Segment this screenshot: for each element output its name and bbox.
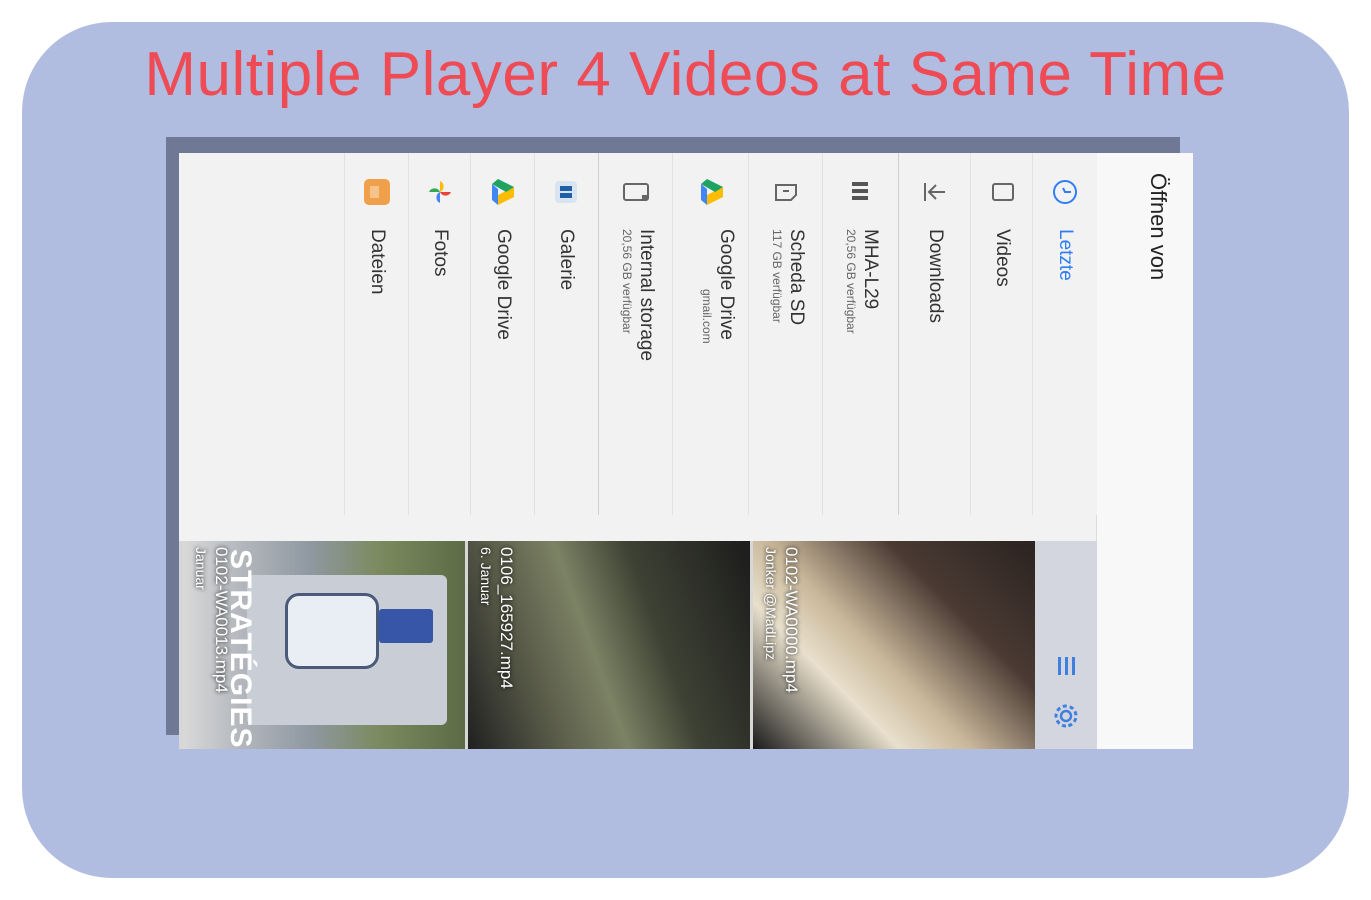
nav-label: Fotos [430, 229, 451, 277]
storage-free: 20,56 GB verfügbar [844, 229, 858, 334]
phone-storage-icon [845, 177, 875, 207]
rotated-file-picker: Öffnen von Letzte Videos Downloads MHA-L… [179, 153, 1193, 749]
video-tile[interactable]: STRATÉGIES 0102-WA0013.mp4 Januar [180, 541, 465, 749]
video-filename: 0102-WA0000.mp4 [782, 547, 801, 693]
download-icon [920, 177, 950, 207]
video-caption: 0102-WA0000.mp4 Jonker @MadLipz [761, 547, 801, 693]
thumbs-up-cuff [379, 609, 433, 643]
nav-item-dateien[interactable]: Dateien [344, 153, 409, 515]
files-icon [362, 177, 392, 207]
clock-icon [1050, 177, 1080, 207]
storage-free: 20,56 GB verfügbar [620, 229, 634, 334]
sd-card-icon [771, 177, 801, 207]
google-drive-icon [488, 177, 518, 207]
nav-item-galerie[interactable]: Galerie [534, 153, 597, 515]
video-filename: 0106_165927.mp4 [497, 547, 516, 689]
nav-item-internal-storage[interactable]: Internal storage 20,56 GB verfügbar [598, 153, 673, 515]
video-date: 6. Januar [478, 547, 494, 606]
device-screen: Öffnen von Letzte Videos Downloads MHA-L… [179, 153, 1193, 749]
google-drive-icon [697, 177, 727, 207]
nav-label: Google Drive [493, 229, 514, 340]
video-date: Januar [193, 547, 209, 590]
nav-label: MHA-L29 [860, 229, 881, 310]
video-caption: 0106_165927.mp4 6. Januar [476, 547, 516, 689]
nav-label: Letzte [1055, 229, 1076, 281]
nav-label: Dateien [367, 229, 388, 295]
nav-item-google-drive[interactable]: Google Drive [470, 153, 535, 515]
nav-label: Videos [992, 229, 1013, 287]
source-drawer: Letzte Videos Downloads MHA-L29 20,56 GB… [179, 153, 1097, 515]
nav-item-videos[interactable]: Videos [970, 153, 1033, 515]
nav-label: Downloads [925, 229, 946, 323]
thumbs-up-hand [285, 593, 379, 669]
storage-free: 117 GB verfügbar [770, 229, 784, 323]
nav-label: Galerie [556, 229, 577, 291]
promo-headline: Multiple Player 4 Videos at Same Time [144, 40, 1227, 109]
video-icon [987, 177, 1017, 207]
picker-title: Öffnen von [1146, 173, 1171, 281]
video-grid: 0102-WA0000.mp4 Jonker @MadLipz 0106_165… [179, 541, 1097, 749]
settings-gear-icon[interactable] [1051, 701, 1081, 731]
drawer-divider [898, 153, 899, 515]
video-filename: 0102-WA0013.mp4 [212, 547, 231, 693]
video-tile[interactable]: 0106_165927.mp4 6. Januar [465, 541, 750, 749]
photos-pinwheel-icon [425, 177, 455, 207]
nav-item-downloads[interactable]: Downloads [898, 153, 971, 515]
nav-item-letzte[interactable]: Letzte [1032, 153, 1097, 515]
video-tile[interactable]: 0102-WA0000.mp4 Jonker @MadLipz [750, 541, 1035, 749]
nav-label: Google Drive [716, 229, 737, 340]
nav-item-scheda-sd[interactable]: Scheda SD 117 GB verfügbar [748, 153, 823, 515]
nav-item-mha-l29[interactable]: MHA-L29 20,56 GB verfügbar [822, 153, 897, 515]
gallery-icon [551, 177, 581, 207]
internal-storage-icon [621, 177, 651, 207]
video-caption: 0102-WA0013.mp4 Januar [191, 547, 231, 693]
drawer-divider [598, 153, 599, 515]
video-date: Jonker @MadLipz [763, 547, 779, 661]
picker-header: Öffnen von [1096, 153, 1193, 749]
grid-view-icon[interactable] [1051, 651, 1081, 681]
nav-label: Scheda SD [786, 229, 807, 326]
grid-toolbar [1035, 541, 1097, 749]
nav-item-google-drive-account[interactable]: Google Drive gmail.com [672, 153, 749, 515]
nav-label: Internal storage [636, 229, 657, 362]
nav-item-fotos[interactable]: Fotos [408, 153, 471, 515]
account-email: gmail.com [700, 289, 714, 344]
